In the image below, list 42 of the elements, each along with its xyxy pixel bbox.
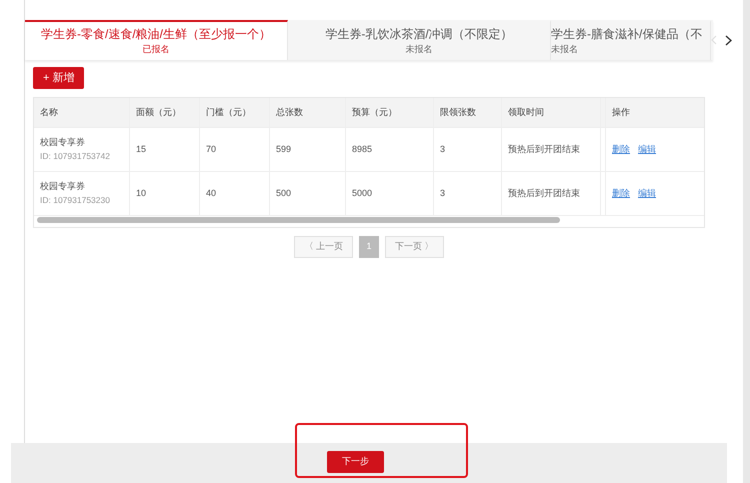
- category-tab[interactable]: 学生券-膳食滋补/保健品（不 未报名: [551, 20, 711, 60]
- category-tab[interactable]: 学生券-乳饮冰茶酒/冲调（不限定） 未报名: [288, 20, 551, 60]
- next-step-button[interactable]: 下一步: [327, 451, 384, 473]
- action-link[interactable]: 编辑: [638, 142, 656, 156]
- tab-status: 未报名: [406, 43, 432, 56]
- column-header: 预算（元）: [346, 98, 434, 128]
- column-header: 限领张数: [434, 98, 502, 128]
- coupon-name: 校园专享券: [40, 136, 85, 150]
- action-link[interactable]: 删除: [612, 142, 630, 156]
- column-header: 面额（元）: [130, 98, 200, 128]
- table-cell: 40: [200, 172, 270, 216]
- table-cell: 预热后到开团结束: [502, 172, 601, 216]
- column-header: 名称: [34, 98, 130, 128]
- table-cell: 3: [434, 128, 502, 172]
- column-header: 总张数: [270, 98, 346, 128]
- coupon-name: 校园专享券: [40, 180, 85, 194]
- table-cell: 预热后到开团结束: [502, 128, 601, 172]
- table-cell: 3: [434, 172, 502, 216]
- chevron-right-icon[interactable]: [725, 34, 732, 46]
- column-header: 操作: [606, 98, 704, 128]
- tab-status: 未报名: [551, 43, 578, 56]
- table-cell: 70: [200, 128, 270, 172]
- table-cell: 15: [130, 128, 200, 172]
- action-link[interactable]: 编辑: [638, 186, 656, 200]
- table-cell: 500: [270, 172, 346, 216]
- table-cell: 5000: [346, 172, 434, 216]
- tab-title: 学生券-乳饮冰茶酒/冲调（不限定）: [325, 26, 513, 44]
- action-link[interactable]: 删除: [612, 186, 630, 200]
- add-button[interactable]: + 新增: [33, 67, 84, 89]
- chevron-left-icon[interactable]: [711, 35, 717, 45]
- table-cell: 599: [270, 128, 346, 172]
- category-tab[interactable]: 学生券-零食/速食/粮油/生鲜（至少报一个） 已报名: [25, 20, 288, 60]
- coupon-id: ID: 107931753742: [40, 150, 110, 163]
- column-header: 门槛（元）: [200, 98, 270, 128]
- table-cell: 8985: [346, 128, 434, 172]
- column-header: 领取时间: [502, 98, 601, 128]
- table-cell: 10: [130, 172, 200, 216]
- tab-title: 学生券-零食/速食/粮油/生鲜（至少报一个）: [41, 26, 271, 44]
- tab-title: 学生券-膳食滋补/保健品（不: [551, 26, 702, 44]
- coupon-id: ID: 107931753230: [40, 194, 110, 207]
- tab-status: 已报名: [142, 43, 170, 56]
- horizontal-scrollbar[interactable]: [37, 217, 560, 223]
